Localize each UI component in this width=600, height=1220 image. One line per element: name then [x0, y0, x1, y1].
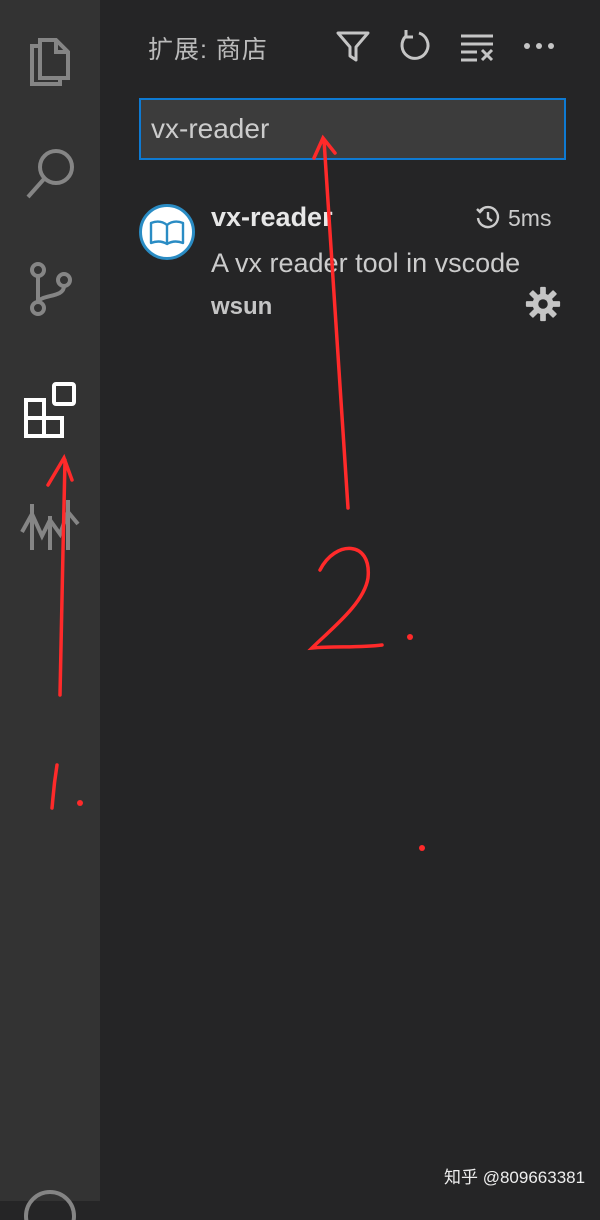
watermark: 知乎 @809663381	[444, 1168, 586, 1187]
account-icon[interactable]	[14, 1180, 86, 1220]
more-actions-icon	[524, 43, 554, 49]
filter-icon	[336, 31, 370, 62]
clear-results-icon	[461, 34, 494, 62]
search-icon	[26, 149, 74, 199]
source-control-button[interactable]	[8, 246, 92, 330]
extensions-button[interactable]	[8, 366, 92, 450]
refresh-button[interactable]	[393, 24, 437, 68]
files-icon	[30, 38, 70, 86]
extension-description: A vx reader tool in vscode	[211, 248, 521, 278]
extension-list-item[interactable]: vx-reader 5ms A vx reader tool in vscode…	[100, 190, 600, 330]
remote-explorer-icon	[20, 500, 80, 550]
install-time-value: 5ms	[508, 204, 552, 231]
book-icon	[149, 220, 185, 246]
explorer-button[interactable]	[8, 16, 92, 100]
remote-explorer-button[interactable]	[8, 480, 92, 564]
more-actions-button[interactable]	[517, 24, 561, 68]
extension-logo	[139, 204, 195, 260]
activity-bar	[0, 0, 100, 1220]
source-control-icon	[30, 262, 72, 316]
extensions-search-input[interactable]	[151, 100, 564, 158]
sidebar-title: 扩展: 商店	[148, 36, 268, 64]
search-box	[139, 98, 566, 160]
clear-results-button[interactable]	[455, 24, 499, 68]
extension-publisher: wsun	[211, 293, 273, 320]
extension-name: vx-reader	[211, 202, 333, 232]
refresh-icon	[400, 30, 430, 60]
search-button[interactable]	[8, 131, 92, 215]
manage-gear-icon[interactable]	[524, 285, 562, 323]
filter-button[interactable]	[331, 24, 375, 68]
extensions-icon	[24, 382, 76, 438]
install-time: 5ms	[474, 202, 551, 234]
extensions-sidebar: 扩展: 商店 vx-reader vx-reader 5ms A vx read…	[100, 0, 600, 1201]
history-icon	[476, 205, 500, 229]
